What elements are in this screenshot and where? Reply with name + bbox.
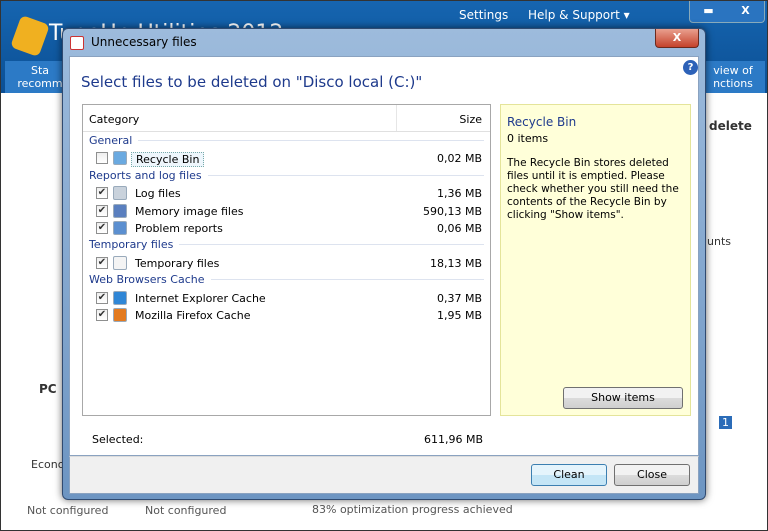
info-description: The Recycle Bin stores deleted files unt… xyxy=(507,157,679,221)
list-item[interactable]: ✔ Mozilla Firefox Cache 1,95 MB xyxy=(83,307,490,324)
recycle-bin-icon xyxy=(113,151,127,166)
list-header: Category Size xyxy=(83,105,490,132)
column-category[interactable]: Category xyxy=(89,113,139,126)
status-1: Not configured xyxy=(27,504,109,517)
window-controls: ▬ X xyxy=(689,1,765,23)
selected-label: Selected: xyxy=(92,433,144,446)
pc-section-title: PC xyxy=(39,382,57,396)
list-item[interactable]: ✔ Problem reports 0,06 MB xyxy=(83,220,490,237)
divider xyxy=(138,140,484,141)
item-size: 590,13 MB xyxy=(422,204,482,218)
divider xyxy=(179,244,484,246)
close-dialog-button[interactable]: Close xyxy=(614,464,690,486)
info-title: Recycle Bin xyxy=(507,115,577,129)
dialog-app-icon xyxy=(70,36,84,50)
problem-report-icon xyxy=(113,221,127,235)
app-logo-icon xyxy=(10,14,50,58)
category-list: Category Size General Recycle Bin 0,02 MB R… xyxy=(82,104,491,416)
internet-explorer-icon xyxy=(113,290,127,305)
page-1-button[interactable]: 1 xyxy=(719,416,732,429)
dialog-footer: Clean Close xyxy=(69,456,699,494)
dialog-title: Unnecessary files xyxy=(91,35,197,49)
item-checkbox[interactable]: ✔ xyxy=(96,204,108,217)
close-button[interactable]: X xyxy=(727,1,764,22)
item-label: Memory image files xyxy=(135,204,244,218)
divider xyxy=(210,279,484,281)
settings-link[interactable]: Settings xyxy=(459,8,508,22)
selected-size: 611,96 MB xyxy=(423,433,483,446)
item-checkbox[interactable]: ✔ xyxy=(96,309,108,321)
item-size: 0,02 MB xyxy=(436,152,482,166)
help-icon[interactable]: ? xyxy=(683,60,698,75)
memory-image-icon xyxy=(113,203,127,218)
file-icon xyxy=(113,255,127,270)
dialog-close-button[interactable]: X xyxy=(655,29,699,48)
column-size[interactable]: Size xyxy=(459,113,482,126)
item-size: 18,13 MB xyxy=(429,256,482,270)
group-label: General xyxy=(89,134,133,147)
item-size: 1,36 MB xyxy=(436,187,482,201)
dialog-heading: Select files to be deleted on "Disco loc… xyxy=(81,73,423,91)
list-item[interactable]: ✔ Log files 1,36 MB xyxy=(83,185,490,202)
clean-button[interactable]: Clean xyxy=(531,464,607,486)
economy-label: Econo xyxy=(31,458,65,471)
status-2: Not configured xyxy=(145,504,227,517)
delete-text: delete xyxy=(709,119,752,133)
divider xyxy=(207,174,484,176)
dialog-body: Select files to be deleted on "Disco loc… xyxy=(69,56,699,456)
item-label: Problem reports xyxy=(135,222,223,235)
info-panel: Recycle Bin 0 items The Recycle Bin stor… xyxy=(500,104,691,416)
item-label: Internet Explorer Cache xyxy=(135,291,266,305)
group-header: Temporary files xyxy=(89,238,484,251)
optimization-progress: 83% optimization progress achieved xyxy=(312,503,513,516)
group-label: Web Browsers Cache xyxy=(89,273,205,287)
item-label: Temporary files xyxy=(135,256,220,270)
list-item[interactable]: ✔ Memory image files 590,13 MB xyxy=(83,203,490,220)
item-checkbox[interactable] xyxy=(96,152,108,165)
tab-overview[interactable]: view of nctions xyxy=(701,61,765,93)
item-checkbox[interactable]: ✔ xyxy=(96,256,108,269)
list-item[interactable]: Recycle Bin 0,02 MB xyxy=(83,150,490,168)
item-size: 1,95 MB xyxy=(436,309,482,322)
item-size: 0,37 MB xyxy=(436,291,482,305)
group-header: Reports and log files xyxy=(89,169,484,182)
item-label: Mozilla Firefox Cache xyxy=(135,309,251,322)
item-size: 0,06 MB xyxy=(436,222,482,235)
firefox-icon xyxy=(113,308,127,322)
group-header: Web Browsers Cache xyxy=(89,273,484,286)
item-checkbox[interactable]: ✔ xyxy=(96,222,108,234)
info-count: 0 items xyxy=(507,132,549,145)
list-item[interactable]: ✔ Temporary files 18,13 MB xyxy=(83,255,490,272)
item-checkbox[interactable]: ✔ xyxy=(96,187,108,200)
item-label: Log files xyxy=(135,187,181,201)
group-label: Reports and log files xyxy=(89,168,202,182)
help-support-menu[interactable]: Help & Support ▾ xyxy=(528,8,630,22)
group-label: Temporary files xyxy=(89,238,174,252)
list-item[interactable]: ✔ Internet Explorer Cache 0,37 MB xyxy=(83,290,490,307)
item-label: Recycle Bin xyxy=(131,152,205,168)
group-header: General xyxy=(89,134,484,147)
item-checkbox[interactable]: ✔ xyxy=(96,291,108,304)
show-items-button[interactable]: Show items xyxy=(563,387,683,409)
accounts-label[interactable]: unts xyxy=(707,235,731,248)
unnecessary-files-dialog: Unnecessary files X Select files to be d… xyxy=(62,28,706,500)
minimize-button[interactable]: ▬ xyxy=(690,1,727,22)
log-file-icon xyxy=(113,186,127,201)
